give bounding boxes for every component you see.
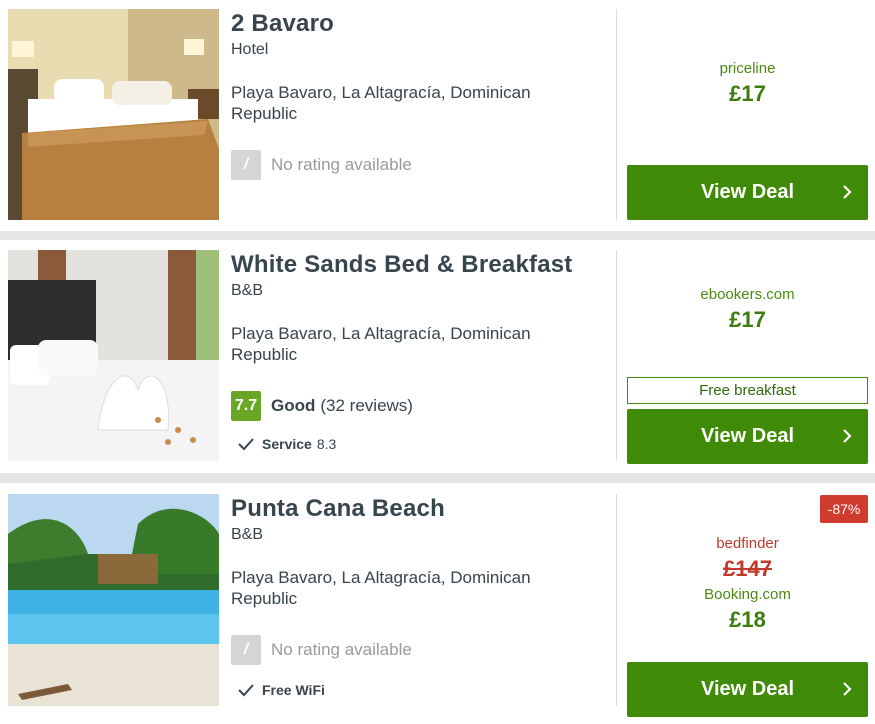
rating-summary[interactable]: 7.7 Good (32 reviews) <box>231 391 413 421</box>
view-deal-label: View Deal <box>700 678 795 700</box>
check-icon <box>238 438 254 451</box>
hotel-photo[interactable] <box>8 250 219 461</box>
hotel-card-punta-cana-beach: Punta Cana Beach B&B Playa Bavaro, La Al… <box>0 483 875 724</box>
hotel-photo[interactable] <box>8 9 219 220</box>
hotel-name[interactable]: White Sands Bed & Breakfast <box>231 250 611 280</box>
deal-price[interactable]: £17 <box>627 307 868 333</box>
hotel-name[interactable]: Punta Cana Beach <box>231 494 611 524</box>
view-deal-button[interactable]: View Deal <box>627 662 868 717</box>
hotel-address: Playa Bavaro, La Altagracía, Dominican R… <box>231 568 531 608</box>
provider-name[interactable]: priceline <box>627 60 868 77</box>
divider <box>616 9 617 220</box>
no-rating: / No rating available <box>231 635 412 665</box>
rating-placeholder-icon: / <box>231 150 261 180</box>
deal-price[interactable]: £18 <box>627 607 868 633</box>
rating-word: Good <box>271 396 316 415</box>
old-provider-name[interactable]: bedfinder <box>627 535 868 552</box>
discount-badge: -87% <box>820 495 868 523</box>
hotel-info: White Sands Bed & Breakfast B&B Playa Ba… <box>231 250 611 365</box>
no-rating-text: No rating available <box>271 640 412 659</box>
chevron-right-icon <box>843 429 852 443</box>
free-breakfast-badge: Free breakfast <box>627 377 868 404</box>
check-icon <box>238 684 254 697</box>
hotel-info: 2 Bavaro Hotel Playa Bavaro, La Altagrac… <box>231 9 611 124</box>
feature-wifi: Free WiFi <box>238 682 325 698</box>
view-deal-label: View Deal <box>700 181 795 203</box>
feature-service: Service 8.3 <box>238 436 336 452</box>
review-count: (32 reviews) <box>320 396 413 415</box>
rating-score: 7.7 <box>231 391 261 421</box>
hotel-address: Playa Bavaro, La Altagracía, Dominican R… <box>231 324 531 364</box>
provider-name[interactable]: Booking.com <box>627 586 868 603</box>
hotel-type: B&B <box>231 282 264 299</box>
hotel-type: Hotel <box>231 41 269 58</box>
hotel-type: B&B <box>231 526 264 543</box>
hotel-name[interactable]: 2 Bavaro <box>231 9 611 39</box>
view-deal-button[interactable]: View Deal <box>627 409 868 464</box>
deal-info: priceline £17 <box>627 60 868 107</box>
no-rating-text: No rating available <box>271 155 412 174</box>
deal-info: bedfinder £147 Booking.com £18 <box>627 535 868 633</box>
view-deal-button[interactable]: View Deal <box>627 165 868 220</box>
deal-info: ebookers.com £17 <box>627 286 868 333</box>
chevron-right-icon <box>843 185 852 199</box>
hotel-card-2-bavaro: 2 Bavaro Hotel Playa Bavaro, La Altagrac… <box>0 0 875 231</box>
hotel-card-white-sands: White Sands Bed & Breakfast B&B Playa Ba… <box>0 240 875 473</box>
feature-label: Service <box>262 436 312 452</box>
rating-placeholder-icon: / <box>231 635 261 665</box>
no-rating: / No rating available <box>231 150 412 180</box>
provider-name[interactable]: ebookers.com <box>627 286 868 303</box>
old-price: £147 <box>723 556 772 581</box>
hotel-address: Playa Bavaro, La Altagracía, Dominican R… <box>231 83 531 123</box>
hotel-photo[interactable] <box>8 494 219 706</box>
hotel-info: Punta Cana Beach B&B Playa Bavaro, La Al… <box>231 494 611 609</box>
feature-value: 8.3 <box>316 436 337 452</box>
deal-price[interactable]: £17 <box>627 81 868 107</box>
divider <box>616 250 617 461</box>
feature-label: Free WiFi <box>262 682 325 698</box>
view-deal-label: View Deal <box>700 425 795 447</box>
chevron-right-icon <box>843 682 852 696</box>
divider <box>616 494 617 706</box>
